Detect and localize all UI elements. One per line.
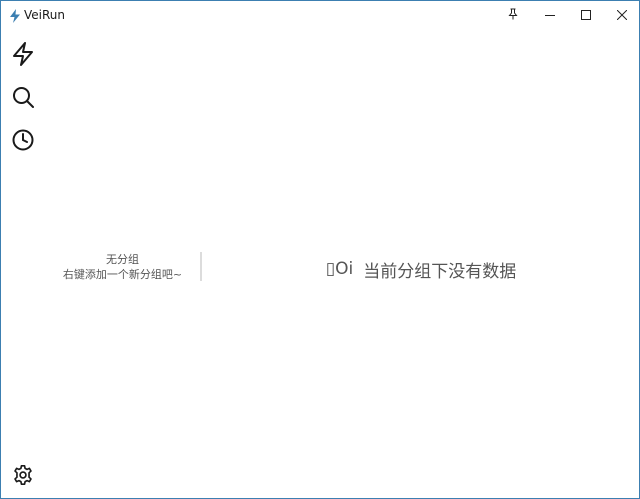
maximize-icon [581,7,591,25]
group-panel[interactable]: 无分组 右键添加一个新分组吧~ [45,252,200,282]
app-title: VeiRun [24,8,66,22]
gear-icon [12,464,34,491]
group-title: 无分组 [106,253,139,266]
empty-face: ▯Oi [325,259,354,279]
settings-button[interactable] [11,464,35,491]
minimize-button[interactable] [532,1,568,31]
lightning-bolt-icon [9,9,21,23]
sidebar-item-history[interactable] [11,129,35,156]
sidebar-item-search[interactable] [11,86,35,113]
pin-button[interactable] [495,1,531,31]
close-icon [616,7,628,25]
lightning-bolt-icon [12,41,34,71]
maximize-button[interactable] [568,1,604,31]
empty-state: ▯Oi 当前分组下没有数据 [201,257,640,282]
empty-message: 当前分组下没有数据 [363,261,517,282]
pin-icon [507,7,519,25]
sidebar-item-run[interactable] [11,41,35,71]
minimize-icon [545,7,555,25]
group-hint: 右键添加一个新分组吧~ [62,268,183,281]
close-button[interactable] [604,1,640,31]
app-window: VeiRun 无分组 右键添加一个新分组吧~ ▯Oi 当前分组下没有数据 [0,0,640,499]
title-bar[interactable]: VeiRun [1,1,639,31]
clock-icon [12,129,34,156]
search-icon [12,86,34,113]
